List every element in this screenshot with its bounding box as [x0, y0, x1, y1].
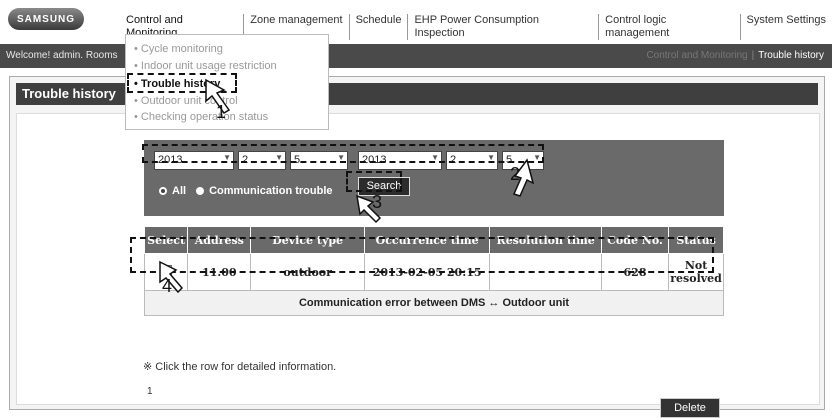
menu-item-cycle-monitoring[interactable]: • Cycle monitoring [134, 43, 223, 55]
breadcrumb: Control and Monitoring | Trouble history [646, 50, 824, 61]
callout-3: 3 [372, 192, 383, 212]
breadcrumb-current: Trouble history [758, 50, 824, 61]
breadcrumb-parent[interactable]: Control and Monitoring [646, 50, 747, 61]
menu-item-label: Indoor unit usage restriction [140, 60, 277, 72]
callout-1: 1 [216, 102, 227, 122]
breadcrumb-separator: | [751, 50, 755, 61]
menu-item-checking-status[interactable]: • Checking operation status [134, 111, 268, 123]
page-title: Trouble history [22, 86, 116, 101]
radio-all[interactable] [159, 187, 167, 195]
detail-row: Communication error between DMS ↔ Outdoo… [144, 290, 724, 316]
page-number[interactable]: 1 [147, 386, 153, 397]
menu-item-label: Cycle monitoring [140, 43, 223, 55]
click-row-note: ※ Click the row for detailed information… [143, 361, 337, 373]
nav-system-settings[interactable]: System Settings [741, 14, 832, 40]
detail-text: Communication error between DMS ↔ Outdoo… [144, 290, 724, 316]
nav-schedule[interactable]: Schedule [350, 14, 409, 40]
highlight-trouble-history [127, 73, 237, 93]
radio-all-label: All [172, 185, 187, 197]
trouble-filter-radios: All Communication trouble [159, 185, 333, 197]
radio-communication-label: Communication trouble [209, 185, 333, 197]
radio-communication[interactable] [196, 187, 205, 195]
nav-control-logic[interactable]: Control logic management [599, 14, 741, 40]
delete-button[interactable]: Delete [660, 398, 720, 418]
highlight-search-button [346, 171, 402, 192]
nav-ehp-power[interactable]: EHP Power Consumption Inspection [408, 14, 600, 40]
samsung-logo: SAMSUNG [8, 8, 84, 30]
callout-4: 4 [162, 276, 173, 296]
menu-item-indoor-usage[interactable]: • Indoor unit usage restriction [134, 60, 277, 72]
callout-2: 2 [510, 164, 521, 184]
welcome-text: Welcome! admin. Rooms [6, 50, 118, 61]
menu-item-label: Checking operation status [140, 111, 269, 123]
highlight-date-range [142, 144, 544, 163]
highlight-table-row [130, 237, 714, 273]
